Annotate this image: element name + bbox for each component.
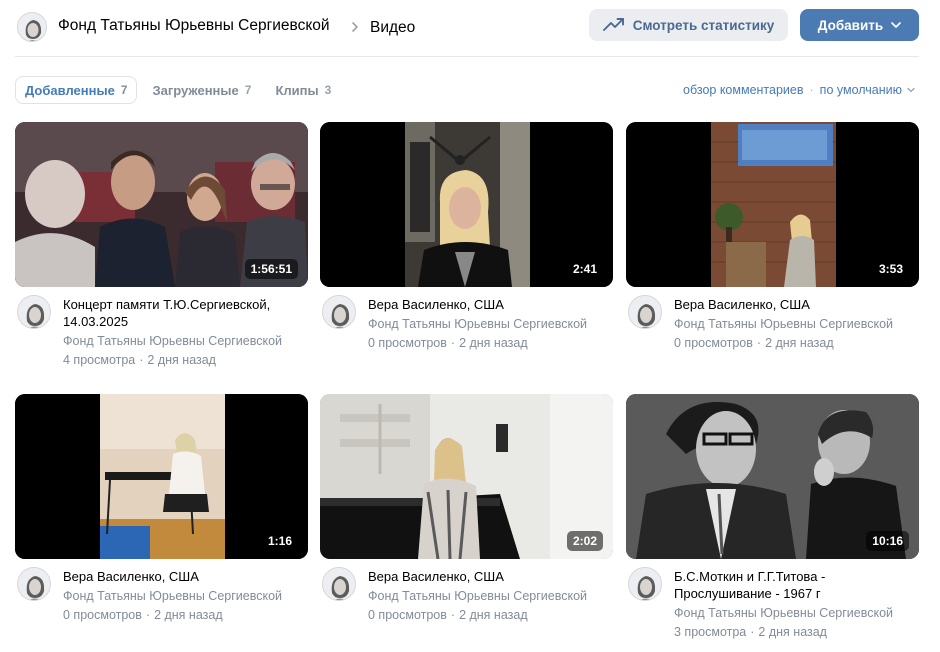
video-meta: Вера Василенко, США Фонд Татьяны Юрьевны… [626, 287, 919, 367]
video-stats: 0 просмотров · 2 дня назад [63, 606, 308, 624]
channel-avatar[interactable] [628, 567, 662, 601]
video-card: 2:41 Вера Василенко, США Фонд Татьяны Юр… [320, 122, 613, 367]
video-meta: Вера Василенко, США Фонд Татьяны Юрьевны… [15, 559, 308, 639]
tab-count: 7 [120, 83, 128, 97]
video-title[interactable]: Концерт памяти Т.Ю.Сергиевской, 14.03.20… [63, 296, 303, 330]
tab-added[interactable]: Добавленные 7 [15, 76, 138, 104]
channel-name[interactable]: Фонд Татьяны Юрьевны Сергиевской [63, 587, 308, 605]
view-count: 0 просмотров [368, 336, 447, 350]
video-thumbnail[interactable]: 10:16 [626, 394, 919, 559]
video-meta: Вера Василенко, США Фонд Татьяны Юрьевны… [320, 559, 613, 639]
channel-name[interactable]: Фонд Татьяны Юрьевны Сергиевской [368, 587, 613, 605]
video-stats: 3 просмотра · 2 дня назад [674, 623, 919, 641]
video-thumbnail[interactable]: 3:53 [626, 122, 919, 287]
video-thumbnail[interactable]: 2:41 [320, 122, 613, 287]
video-thumbnail[interactable]: 1:56:51 [15, 122, 308, 287]
video-duration: 1:16 [261, 531, 298, 551]
sort-bar: обзор комментариев · по умолчанию [683, 83, 915, 97]
view-count: 3 просмотра [674, 625, 747, 639]
tab-uploaded[interactable]: Загруженные 7 [143, 76, 260, 104]
tab-count: 7 [244, 83, 252, 97]
owner-name-link[interactable]: Фонд Татьяны Юрьевны Сергиевской [58, 17, 330, 35]
channel-name[interactable]: Фонд Татьяны Юрьевны Сергиевской [674, 315, 919, 333]
page-header: Фонд Татьяны Юрьевны Сергиевской Видео С… [0, 0, 940, 56]
trending-up-icon [602, 18, 624, 31]
video-thumbnail[interactable]: 1:16 [15, 394, 308, 559]
add-button[interactable]: Добавить [800, 9, 919, 41]
video-duration: 3:53 [872, 259, 909, 279]
channel-avatar[interactable] [628, 295, 662, 329]
tab-label: Добавленные [25, 82, 115, 98]
tab-clips[interactable]: Клипы 3 [266, 76, 340, 104]
video-meta: Концерт памяти Т.Ю.Сергиевской, 14.03.20… [15, 287, 308, 367]
video-title[interactable]: Вера Василенко, США [674, 296, 914, 313]
video-thumbnail[interactable]: 2:02 [320, 394, 613, 559]
video-title[interactable]: Вера Василенко, США [368, 568, 608, 585]
channel-avatar[interactable] [322, 567, 356, 601]
separator-dot: · [450, 336, 456, 350]
upload-date: 2 дня назад [154, 608, 223, 622]
upload-date: 2 дня назад [765, 336, 834, 350]
video-card: 3:53 Вера Василенко, США Фонд Татьяны Юр… [626, 122, 919, 367]
video-title[interactable]: Б.С.Моткин и Г.Г.Титова - Прослушивание … [674, 568, 914, 602]
view-count: 0 просмотров [674, 336, 753, 350]
channel-avatar[interactable] [17, 295, 51, 329]
video-tabs: Добавленные 7 Загруженные 7 Клипы 3 [15, 76, 346, 104]
owner-avatar[interactable] [17, 12, 47, 42]
separator-dot: · [809, 83, 814, 97]
upload-date: 2 дня назад [147, 353, 216, 367]
tab-label: Загруженные [152, 82, 239, 98]
view-statistics-label: Смотреть статистику [632, 17, 775, 33]
video-stats: 4 просмотра · 2 дня назад [63, 351, 308, 369]
channel-avatar[interactable] [322, 295, 356, 329]
separator-dot: · [450, 608, 456, 622]
chevron-right-icon [352, 22, 358, 32]
chevron-down-icon [891, 22, 902, 28]
video-stats: 0 просмотров · 2 дня назад [674, 334, 919, 352]
separator-dot: · [145, 608, 151, 622]
video-card: 2:02 Вера Василенко, США Фонд Татьяны Юр… [320, 394, 613, 639]
video-title[interactable]: Вера Василенко, США [368, 296, 608, 313]
tab-label: Клипы [275, 82, 319, 98]
video-meta: Вера Василенко, США Фонд Татьяны Юрьевны… [320, 287, 613, 367]
channel-avatar[interactable] [17, 567, 51, 601]
channel-name[interactable]: Фонд Татьяны Юрьевны Сергиевской [63, 332, 308, 350]
separator-dot: · [750, 625, 755, 639]
sort-order-dropdown[interactable]: по умолчанию [820, 83, 902, 97]
upload-date: 2 дня назад [459, 336, 528, 350]
chevron-down-icon [907, 87, 915, 93]
channel-name[interactable]: Фонд Татьяны Юрьевны Сергиевской [368, 315, 613, 333]
header-divider [15, 56, 919, 57]
video-stats: 0 просмотров · 2 дня назад [368, 334, 613, 352]
video-card: 1:16 Вера Василенко, США Фонд Татьяны Юр… [15, 394, 308, 639]
video-duration: 10:16 [866, 531, 909, 551]
video-stats: 0 просмотров · 2 дня назад [368, 606, 613, 624]
upload-date: 2 дня назад [459, 608, 528, 622]
view-statistics-button[interactable]: Смотреть статистику [589, 9, 788, 41]
video-duration: 2:41 [566, 259, 603, 279]
view-count: 0 просмотров [368, 608, 447, 622]
video-card: 10:16 Б.С.Моткин и Г.Г.Титова - Прослуши… [626, 394, 919, 639]
video-meta: Б.С.Моткин и Г.Г.Титова - Прослушивание … [626, 559, 919, 639]
video-title[interactable]: Вера Василенко, США [63, 568, 303, 585]
channel-name[interactable]: Фонд Татьяны Юрьевны Сергиевской [674, 604, 919, 622]
view-count: 0 просмотров [63, 608, 142, 622]
page-title: Видео [370, 19, 416, 36]
view-count: 4 просмотра [63, 353, 136, 367]
video-duration: 2:02 [566, 531, 603, 551]
video-duration: 1:56:51 [244, 259, 298, 279]
separator-dot: · [139, 353, 144, 367]
video-card: 1:56:51 Концерт памяти Т.Ю.Сергиевской, … [15, 122, 308, 367]
tab-count: 3 [324, 83, 332, 97]
add-button-label: Добавить [817, 17, 884, 33]
upload-date: 2 дня назад [758, 625, 827, 639]
separator-dot: · [756, 336, 762, 350]
comments-overview-link[interactable]: обзор комментариев [683, 83, 803, 97]
